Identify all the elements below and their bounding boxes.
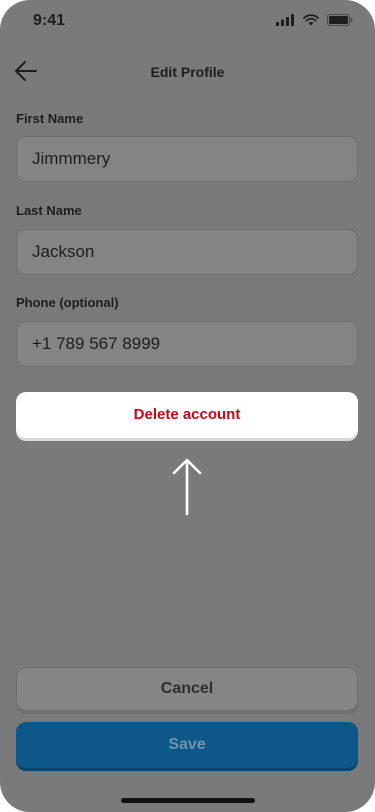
first-name-field[interactable]: Jimmmery: [16, 136, 358, 182]
phone-field[interactable]: +1 789 567 8999: [16, 321, 358, 367]
delete-account-button[interactable]: Delete account: [16, 392, 358, 438]
page-title: Edit Profile: [150, 64, 225, 80]
save-button[interactable]: Save: [16, 722, 358, 768]
status-bar: 9:41: [0, 0, 375, 44]
last-name-label: Last Name: [16, 203, 82, 218]
phone-screen: 9:41 Edit Profile First Name Jimmmery La…: [0, 0, 375, 812]
wifi-icon: [302, 14, 319, 26]
cancel-button[interactable]: Cancel: [16, 667, 358, 711]
home-indicator: [121, 798, 255, 803]
cellular-signal-icon: [276, 14, 295, 26]
arrow-up-icon: [172, 458, 202, 516]
last-name-field[interactable]: Jackson: [16, 229, 358, 275]
phone-label: Phone (optional): [16, 295, 119, 310]
status-icons: [272, 14, 353, 28]
first-name-label: First Name: [16, 111, 84, 126]
status-time: 9:41: [33, 12, 66, 29]
battery-icon: [327, 14, 353, 26]
